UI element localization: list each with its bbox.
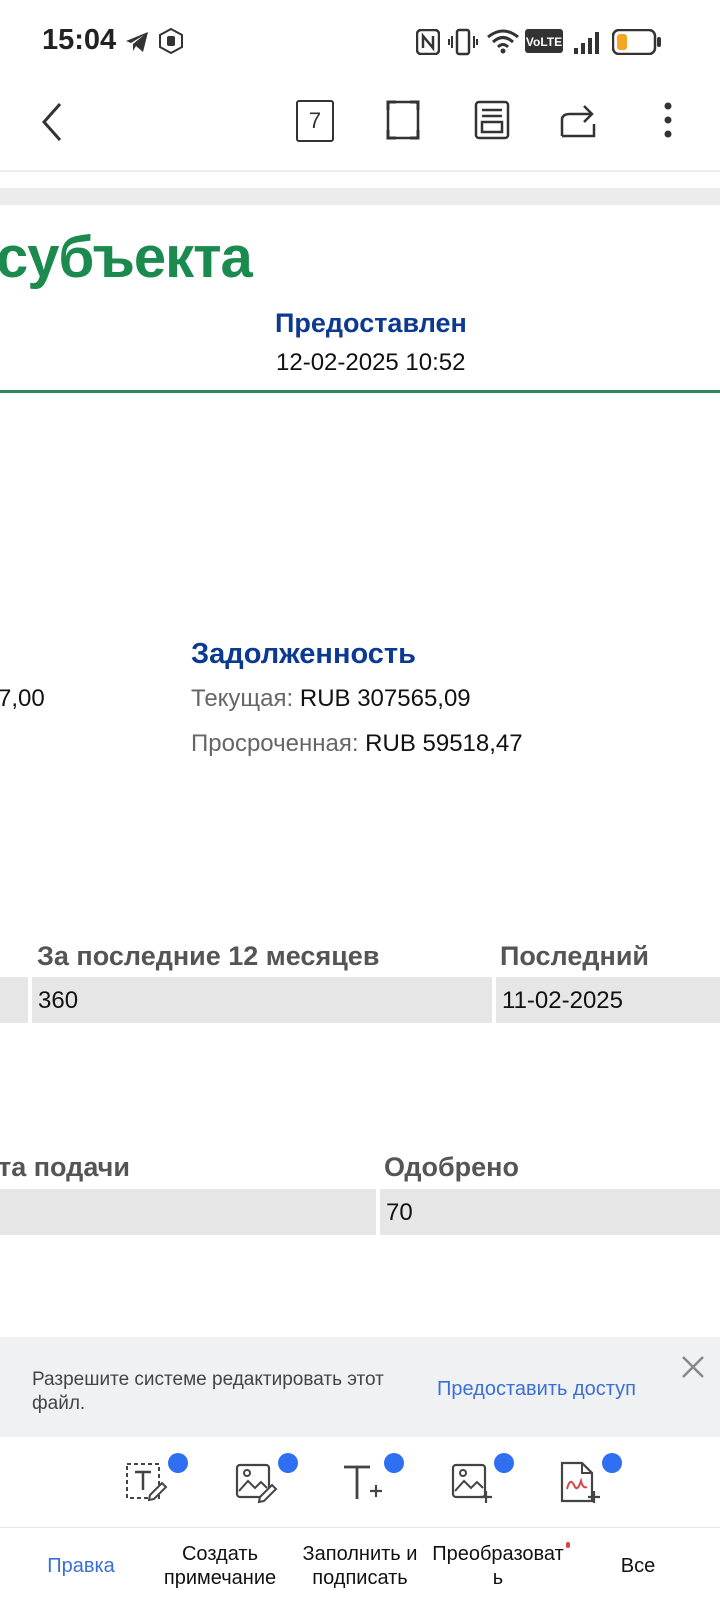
text-box-edit-icon[interactable] xyxy=(124,1453,188,1505)
svg-text:VoLTE: VoLTE xyxy=(526,35,562,49)
approved-value: 70 xyxy=(386,1199,413,1226)
col-submit-date: та подачи xyxy=(0,1152,130,1182)
overdue-debt-value: RUB 59518,47 xyxy=(365,730,523,757)
tab-fill-sign[interactable]: Заполнить и подписать xyxy=(292,1542,428,1590)
grant-access-link[interactable]: Предоставить доступ xyxy=(437,1378,636,1401)
add-text-icon[interactable] xyxy=(340,1453,404,1505)
telegram-icon xyxy=(126,32,148,52)
premium-badge xyxy=(494,1453,514,1473)
premium-badge xyxy=(168,1453,188,1473)
page-separator xyxy=(0,188,720,205)
table-cell: 360 xyxy=(32,977,492,1023)
col-last-12-months: За последние 12 месяцев xyxy=(37,941,380,971)
premium-badge xyxy=(278,1453,298,1473)
status-time: 15:04 xyxy=(42,24,117,56)
tab-edit[interactable]: Правка xyxy=(20,1554,142,1578)
nfc-icon xyxy=(416,29,440,55)
page-number: 7 xyxy=(308,108,322,133)
title-divider xyxy=(0,390,720,393)
volte-icon: VoLTE xyxy=(525,29,563,53)
add-image-icon[interactable] xyxy=(450,1453,514,1505)
premium-badge xyxy=(602,1453,622,1473)
col-approved: Одобрено xyxy=(384,1152,519,1182)
document-toolbar: 7 xyxy=(0,84,720,172)
bottom-tab-bar: Правка Создать примечание Заполнить и по… xyxy=(0,1527,720,1611)
provided-label: Предоставлен xyxy=(275,308,467,338)
table-cell xyxy=(0,1189,376,1235)
fullscreen-icon[interactable] xyxy=(386,100,420,140)
status-bar: 15:04 VoLTE xyxy=(0,0,720,84)
debt-heading: Задолженность xyxy=(191,638,416,670)
page-layout-icon[interactable] xyxy=(474,100,510,140)
provided-datetime: 12-02-2025 10:52 xyxy=(276,349,466,376)
tab-create-comment[interactable]: Создать примечание xyxy=(150,1542,290,1590)
current-debt-row: Текущая: RUB 307565,09 xyxy=(191,685,471,713)
tab-convert[interactable]: Преобразовать xyxy=(432,1542,564,1590)
table-cell xyxy=(0,977,28,1023)
last-12-months-value: 360 xyxy=(38,987,79,1014)
table-cell: 70 xyxy=(380,1189,720,1235)
signal-icon xyxy=(574,32,599,54)
close-icon[interactable] xyxy=(680,1354,706,1380)
notification-dot xyxy=(566,1542,570,1548)
current-debt-value: RUB 307565,09 xyxy=(299,685,471,712)
col-last: Последний xyxy=(500,941,650,971)
hand-icon xyxy=(159,28,183,54)
wifi-icon xyxy=(487,29,519,54)
battery-icon xyxy=(612,29,661,55)
tab-all[interactable]: Все xyxy=(580,1554,696,1578)
truncated-value: 7,00 xyxy=(0,685,45,712)
vibrate-icon xyxy=(448,28,478,56)
banner-message: Разрешите системе редактировать этот фай… xyxy=(32,1369,384,1414)
current-debt-label: Текущая: xyxy=(191,685,294,712)
back-arrow-icon[interactable] xyxy=(36,100,70,144)
add-signature-doc-icon[interactable] xyxy=(558,1453,622,1505)
overdue-debt-label: Просроченная: xyxy=(191,730,359,757)
edit-tools-row xyxy=(0,1437,720,1525)
last-date-value: 11-02-2025 xyxy=(502,987,623,1014)
table-cell: 11-02-2025 xyxy=(496,977,720,1023)
premium-badge xyxy=(384,1453,404,1473)
more-options-icon[interactable] xyxy=(660,100,676,142)
image-edit-icon[interactable] xyxy=(234,1453,298,1505)
page-number-button[interactable]: 7 xyxy=(296,100,334,142)
overdue-debt-row: Просроченная: RUB 59518,47 xyxy=(191,730,523,758)
document-title: субъекта xyxy=(0,225,253,290)
share-icon[interactable] xyxy=(558,100,600,140)
